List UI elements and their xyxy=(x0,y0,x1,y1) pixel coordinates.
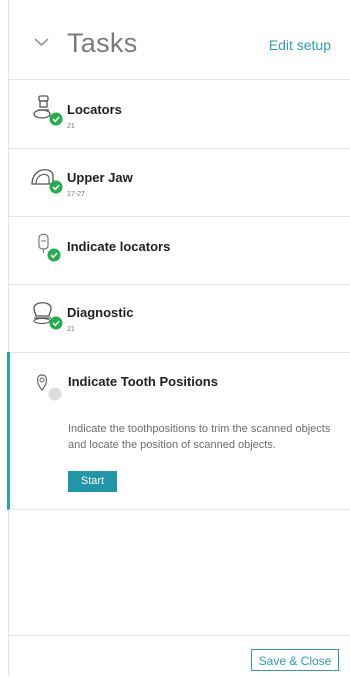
task-tooth-number: 21 xyxy=(67,123,75,130)
task-item-indicate-locators[interactable]: Indicate locators xyxy=(9,216,350,285)
task-description: Indicate the toothpositions to trim the … xyxy=(68,423,331,451)
start-button[interactable]: Start xyxy=(68,471,117,492)
indicate-locators-icon xyxy=(38,233,61,262)
locator-implant-icon xyxy=(33,95,63,126)
diagnostic-tooth-icon xyxy=(33,302,63,330)
task-label: Indicate Tooth Positions xyxy=(68,374,218,389)
task-item-diagnostic[interactable]: Diagnostic 21 xyxy=(9,284,350,353)
edit-setup-link[interactable]: Edit setup xyxy=(269,37,331,53)
tasks-header: Tasks Edit setup xyxy=(9,0,350,80)
task-item-indicate-tooth-positions[interactable]: Indicate Tooth Positions Indicate the to… xyxy=(7,352,350,510)
task-tooth-range: 17-27 xyxy=(67,191,85,198)
upper-jaw-icon xyxy=(31,169,63,194)
page-title: Tasks xyxy=(67,28,138,58)
panel-footer: Save & Close xyxy=(9,635,350,677)
task-label: Diagnostic xyxy=(67,305,134,320)
task-tooth-number: 21 xyxy=(67,326,75,333)
chevron-down-icon[interactable] xyxy=(34,37,49,47)
task-label: Upper Jaw xyxy=(67,170,133,185)
task-label: Locators xyxy=(67,102,122,117)
save-and-close-button[interactable]: Save & Close xyxy=(251,649,339,671)
task-item-locators[interactable]: Locators 21 xyxy=(9,80,350,149)
tooth-position-pin-icon xyxy=(36,374,62,401)
task-label: Indicate locators xyxy=(67,239,171,254)
tasks-panel: Tasks Edit setup Locators 21 Upper Jaw 1… xyxy=(7,0,350,677)
task-item-upper-jaw[interactable]: Upper Jaw 17-27 xyxy=(9,148,350,217)
